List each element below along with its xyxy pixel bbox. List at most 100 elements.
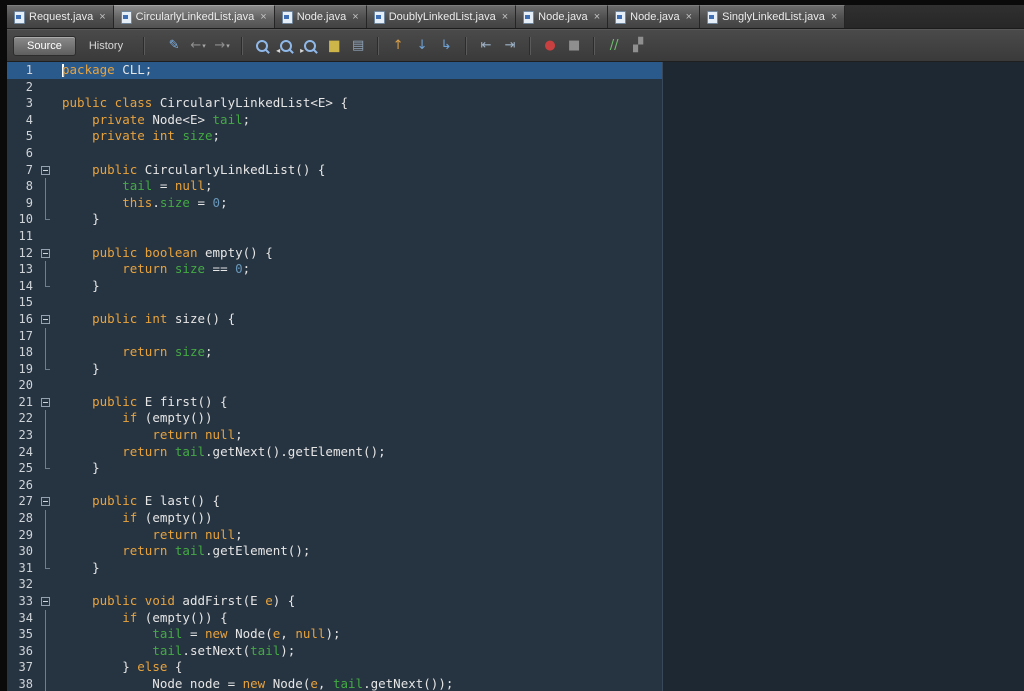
tab-close-icon[interactable]: × [594,11,600,23]
code-line[interactable]: 18 return size; [7,344,1024,361]
find-next-icon[interactable]: ▸ [298,35,322,57]
code-line[interactable]: 28 if (empty()) [7,510,1024,527]
code-line[interactable]: 12 public boolean empty() { [7,245,1024,262]
line-number[interactable]: 32 [7,576,37,593]
line-number[interactable]: 14 [7,278,37,295]
line-number[interactable]: 9 [7,195,37,212]
editor-tab[interactable]: Request.java × [7,5,114,28]
editor-tab[interactable]: CircularlyLinkedList.java × [113,5,275,28]
line-number[interactable]: 2 [7,79,37,96]
go-to-line-icon[interactable]: ↳ [434,35,458,57]
line-number[interactable]: 36 [7,643,37,660]
code-line[interactable]: 25 } [7,460,1024,477]
code-line[interactable]: 30 return tail.getElement(); [7,543,1024,560]
line-number[interactable]: 17 [7,328,37,345]
line-number[interactable]: 29 [7,527,37,544]
fold-toggle-icon[interactable] [37,394,55,411]
tab-close-icon[interactable]: × [260,11,266,23]
source-view-button[interactable]: Source [13,35,76,56]
editor-tab[interactable]: SinglyLinkedList.java × [700,5,846,28]
stop-macro-icon[interactable]: ■ [562,35,586,57]
line-number[interactable]: 27 [7,493,37,510]
code-line[interactable]: 13 return size == 0; [7,261,1024,278]
line-number[interactable]: 15 [7,294,37,311]
code-line[interactable]: 2 [7,79,1024,96]
line-number[interactable]: 26 [7,477,37,494]
last-edit-icon[interactable]: ✎ [162,35,186,57]
next-occurrence-icon[interactable]: ↓ [410,35,434,57]
code-line[interactable]: 6 [7,145,1024,162]
code-line[interactable]: 4 private Node<E> tail; [7,112,1024,129]
code-line[interactable]: 27 public E last() { [7,493,1024,510]
code-line[interactable]: 19 } [7,360,1024,378]
line-number[interactable]: 8 [7,178,37,195]
back-icon[interactable]: ← ▾ [186,35,210,57]
tab-close-icon[interactable]: × [686,11,692,23]
editor-tab[interactable]: Node.java × [516,5,609,28]
code-line[interactable]: 17 [7,327,1024,345]
line-number[interactable]: 28 [7,510,37,527]
code-line[interactable]: 33 public void addFirst(E e) { [7,593,1024,610]
tab-close-icon[interactable]: × [502,11,508,23]
record-macro-icon[interactable]: ● [538,35,562,57]
code-line[interactable]: 26 [7,477,1024,494]
code-line[interactable]: 10 } [7,211,1024,228]
line-number[interactable]: 3 [7,95,37,112]
editor-tab[interactable]: Node.java × [608,5,701,28]
code-line[interactable]: 29 return null; [7,526,1024,544]
line-number[interactable]: 30 [7,543,37,560]
code-line[interactable]: 9 this.size = 0; [7,194,1024,212]
code-line[interactable]: 32 [7,576,1024,593]
line-number[interactable]: 22 [7,410,37,427]
line-number[interactable]: 25 [7,460,37,477]
code-line[interactable]: 20 [7,377,1024,394]
tab-close-icon[interactable]: × [831,11,837,23]
line-number[interactable]: 18 [7,344,37,361]
line-number[interactable]: 31 [7,560,37,577]
code-line[interactable]: 21 public E first() { [7,394,1024,411]
editor-tab[interactable]: DoublyLinkedList.java × [366,5,517,28]
line-number[interactable]: 20 [7,377,37,394]
code-line[interactable]: 31 } [7,559,1024,577]
code-line[interactable]: 35 tail = new Node(e, null); [7,626,1024,643]
code-line[interactable]: 15 [7,294,1024,311]
line-number[interactable]: 7 [7,162,37,179]
code-line[interactable]: 37 } else { [7,659,1024,676]
fold-toggle-icon[interactable] [37,593,55,610]
line-number[interactable]: 23 [7,427,37,444]
code-line[interactable]: 8 tail = null; [7,178,1024,195]
code-line[interactable]: 38 Node node = new Node(e, tail.getNext(… [7,675,1024,691]
fold-toggle-icon[interactable] [37,493,55,510]
shift-left-icon[interactable]: ⇤ [474,35,498,57]
history-view-button[interactable]: History [76,37,136,55]
line-number[interactable]: 35 [7,626,37,643]
code-line[interactable]: 5 private int size; [7,128,1024,145]
fold-toggle-icon[interactable] [37,162,55,179]
find-selection-icon[interactable] [250,35,274,57]
editor-tab[interactable]: Node.java × [274,5,367,28]
tab-close-icon[interactable]: × [99,11,105,23]
code-line[interactable]: 34 if (empty()) { [7,609,1024,627]
line-number[interactable]: 38 [7,676,37,691]
line-number[interactable]: 11 [7,228,37,245]
line-number[interactable]: 10 [7,211,37,228]
line-number[interactable]: 16 [7,311,37,328]
previous-occurrence-icon[interactable]: ↑ [386,35,410,57]
code-line[interactable]: 11 [7,228,1024,245]
code-line[interactable]: 24 return tail.getNext().getElement(); [7,443,1024,461]
uncomment-icon[interactable]: ▞ [626,35,650,57]
line-number[interactable]: 33 [7,593,37,610]
select-text-icon[interactable]: ▤ [346,35,370,57]
fold-toggle-icon[interactable] [37,245,55,262]
code-line[interactable]: 36 tail.setNext(tail); [7,642,1024,660]
find-previous-icon[interactable]: ◂ [274,35,298,57]
line-number[interactable]: 6 [7,145,37,162]
line-number[interactable]: 37 [7,659,37,676]
line-number[interactable]: 1 [7,62,37,79]
code-line[interactable]: 1 package CLL; [7,62,1024,79]
line-number[interactable]: 13 [7,261,37,278]
line-number[interactable]: 24 [7,444,37,461]
toggle-highlight-icon[interactable]: ▆ [322,35,346,57]
line-number[interactable]: 19 [7,361,37,378]
code-line[interactable]: 16 public int size() { [7,311,1024,328]
